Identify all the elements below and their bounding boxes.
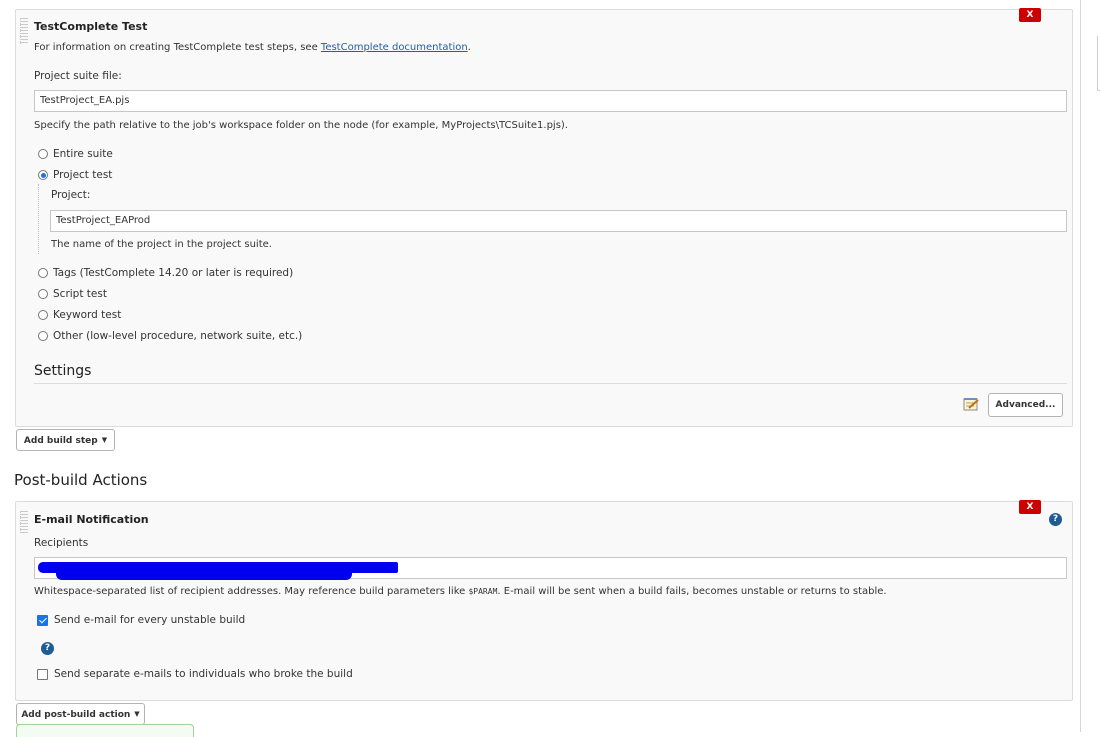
radio-keyword-test[interactable]	[38, 310, 48, 320]
drag-handle-icon[interactable]	[20, 511, 28, 533]
info-suffix: .	[467, 42, 471, 53]
drag-handle-icon[interactable]	[20, 18, 28, 44]
add-post-build-action-label: Add post-build action	[21, 710, 131, 720]
radio-entire-suite[interactable]	[38, 149, 48, 159]
add-build-step-label: Add build step	[23, 436, 98, 446]
separate-emails-checkbox[interactable]	[37, 669, 48, 680]
delete-build-step-button[interactable]: X	[1019, 8, 1041, 22]
nested-guide-line	[38, 184, 39, 254]
radio-project-test[interactable]	[38, 170, 48, 180]
radio-tags-label: Tags (TestComplete 14.20 or later is req…	[53, 267, 294, 279]
radio-script-test-label: Script test	[53, 288, 107, 300]
settings-heading: Settings	[34, 363, 92, 379]
separate-emails-label: Send separate e-mails to individuals who…	[54, 668, 353, 680]
recipients-label: Recipients	[34, 537, 89, 549]
build-step-section: TestComplete Test X For information on c…	[15, 8, 1073, 427]
suite-file-help: Specify the path relative to the job's w…	[34, 120, 569, 131]
recipients-help-suffix: . E-mail will be sent when a build fails…	[497, 586, 887, 597]
radio-keyword-test-label: Keyword test	[53, 309, 122, 321]
caret-down-icon: ▼	[101, 436, 108, 444]
email-notification-section: E-mail Notification X ? Recipients White…	[15, 500, 1073, 701]
radio-project-test-label: Project test	[53, 169, 113, 181]
radio-other[interactable]	[38, 331, 48, 341]
caret-down-icon: ▼	[134, 710, 140, 718]
radio-other-label: Other (low-level procedure, network suit…	[53, 330, 303, 342]
build-step-title: TestComplete Test	[34, 20, 148, 33]
bottom-panel-tab[interactable]	[16, 724, 194, 737]
email-notification-title: E-mail Notification	[34, 513, 149, 526]
build-step-info: For information on creating TestComplete…	[34, 42, 471, 53]
radio-tags[interactable]	[38, 268, 48, 278]
project-input[interactable]: TestProject_EAProd	[50, 210, 1067, 232]
info-text: For information on creating TestComplete…	[34, 42, 321, 53]
project-label: Project:	[51, 189, 91, 201]
notepad-icon	[963, 398, 979, 411]
recipients-help-text: Whitespace-separated list of recipient a…	[34, 586, 469, 597]
help-icon[interactable]: ?	[1049, 513, 1062, 526]
param-code: $PARAM	[468, 587, 498, 596]
add-post-build-action-button[interactable]: Add post-build action ▼	[16, 703, 145, 725]
project-help: The name of the project in the project s…	[51, 239, 272, 250]
unstable-build-label: Send e-mail for every unstable build	[54, 614, 246, 626]
recipients-help: Whitespace-separated list of recipient a…	[34, 586, 887, 597]
post-build-heading: Post-build Actions	[14, 471, 148, 489]
settings-divider	[34, 383, 1067, 384]
radio-entire-suite-label: Entire suite	[53, 148, 113, 160]
delete-email-notification-button[interactable]: X	[1019, 500, 1041, 514]
radio-script-test[interactable]	[38, 289, 48, 299]
page-scroll-divider	[1080, 0, 1081, 732]
redaction-mark	[56, 572, 352, 580]
help-icon[interactable]: ?	[41, 642, 54, 655]
advanced-button[interactable]: Advanced...	[988, 393, 1063, 417]
unstable-build-checkbox[interactable]	[37, 615, 48, 626]
add-build-step-button[interactable]: Add build step ▼	[16, 429, 115, 451]
suite-file-input[interactable]: TestProject_EA.pjs	[34, 90, 1067, 112]
testcomplete-docs-link[interactable]: TestComplete documentation	[321, 42, 468, 53]
suite-file-label: Project suite file:	[34, 70, 122, 82]
